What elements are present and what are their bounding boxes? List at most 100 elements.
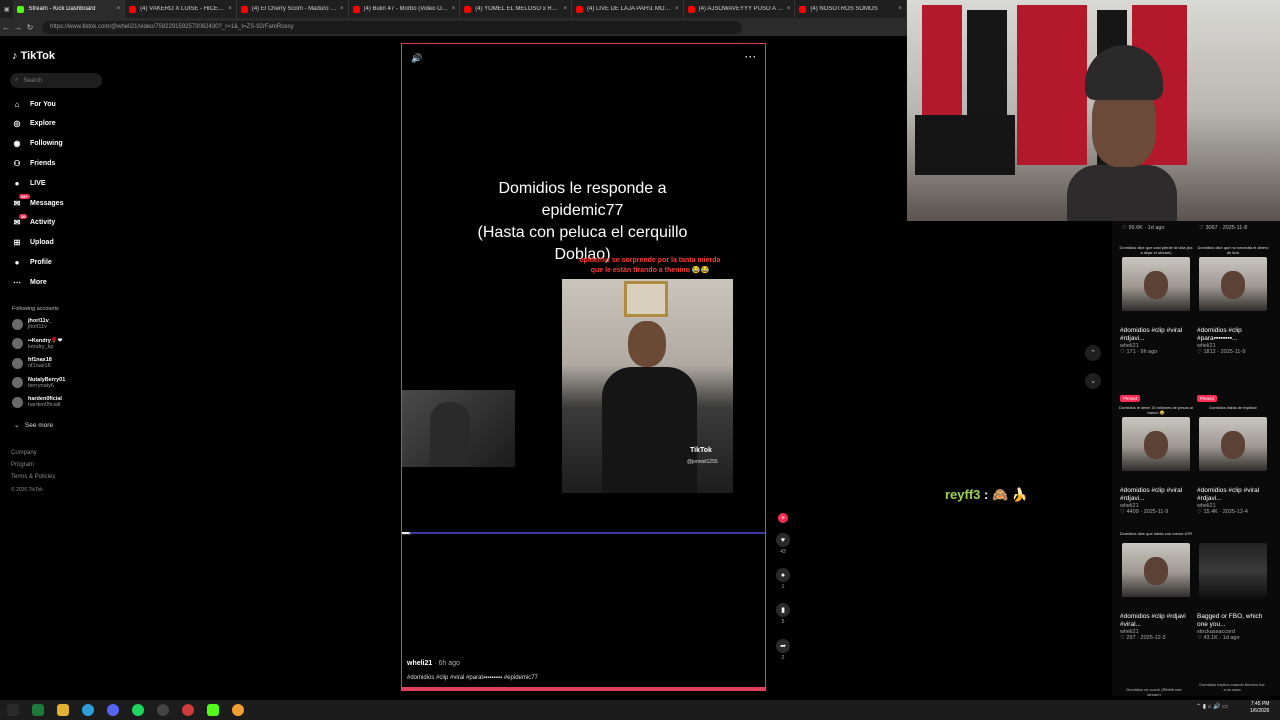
compass-icon: ◎ (13, 119, 21, 129)
sidebar-item-upload[interactable]: ⊞ Upload (12, 238, 54, 248)
close-tab-icon[interactable]: × (675, 6, 679, 12)
pinned-badge: Pinned (1197, 395, 1218, 402)
account-handle: berrynaty6 (28, 382, 54, 389)
comment-button[interactable]: ● 1 (775, 568, 791, 590)
video-card[interactable]: Domidios dice que casi pierde la vida (b… (1118, 245, 1194, 355)
tab-actions-icon[interactable]: ▣ (0, 6, 13, 13)
heart-icon: ♥ (776, 533, 790, 547)
close-tab-icon[interactable]: × (117, 6, 121, 12)
reload-icon[interactable]: ↻ (24, 23, 36, 32)
taskbar-clock[interactable]: 7:45 PM 1/6/2026 (1250, 701, 1269, 715)
search-input[interactable]: ⌕ Search (10, 73, 102, 88)
close-tab-icon[interactable]: × (452, 6, 456, 12)
footer-link[interactable]: Terms & Policies (11, 474, 55, 480)
browser-tab[interactable]: (4) YOMEL EL MELOSO x ROCHY × (460, 0, 572, 18)
url-field[interactable]: https://www.tiktok.com/@wheli21/video/75… (42, 20, 742, 34)
following-account[interactable]: hf1nax18 nf1nax18 (12, 357, 52, 369)
app-icon[interactable] (31, 704, 44, 716)
back-icon[interactable]: ← (0, 23, 12, 32)
video-inset-frame (402, 390, 515, 467)
browser-tab[interactable]: Stream - Kick Dashboard × (13, 0, 126, 18)
account-handle: kendry_kp (28, 343, 54, 350)
sidebar-item-live[interactable]: ● LIVE (12, 178, 46, 188)
tiktok-logo[interactable]: ♪ TikTok (12, 50, 55, 62)
grid-bottom-caption: Domidios es convir (Ribble ese stream) (1126, 687, 1182, 696)
steam-icon[interactable] (156, 704, 169, 716)
close-tab-icon[interactable]: × (563, 6, 567, 12)
grid-top-meta: ♡ 99.6K · 1d ago (1122, 225, 1165, 231)
kick-icon[interactable] (206, 704, 219, 716)
card-title: #domidios #clip #viral #rdjavi... (1120, 327, 1183, 342)
footer-link: © 2026 TikTok (11, 486, 43, 493)
video-card[interactable]: Pinned Domidios habla de thpillow #domidi… (1195, 387, 1271, 515)
avatar (12, 318, 23, 330)
sidebar-item-explore[interactable]: ◎ Explore (12, 119, 56, 129)
like-button[interactable]: ♥ 43 (775, 533, 791, 555)
tab-label: (4) LIVE DE LAJA PAR\1 MOSTRO (586, 6, 673, 12)
follow-plus-icon[interactable]: + (778, 513, 788, 523)
tab-label: (4) Bulin 47 - Morbo (Video Oficial) (363, 6, 449, 12)
next-video-button[interactable]: ⌄ (1085, 373, 1101, 389)
chrome-icon[interactable] (231, 704, 244, 716)
save-button[interactable]: ▮ 5 (775, 603, 791, 625)
browser-tab[interactable]: (4) AJSOWAVEYYY PUSO A MIRAR× (684, 0, 796, 18)
video-thumbnail (1122, 257, 1190, 311)
sidebar-item-for-you[interactable]: ⌂ For You (12, 99, 56, 109)
system-tray[interactable]: ⌃ ▮ ⌂ 🔊 ▭ (1196, 703, 1228, 710)
tab-favicon-icon (464, 5, 472, 13)
close-tab-icon[interactable]: × (340, 6, 344, 12)
browser-icon[interactable] (81, 704, 94, 716)
volume-icon[interactable]: 🔊 (411, 53, 422, 64)
close-tab-icon[interactable]: × (228, 6, 232, 12)
following-account[interactable]: NutalyBerry01 berrynaty6 (12, 377, 65, 389)
video-card[interactable]: Bagged or FBO, which one you... stockass… (1195, 531, 1271, 641)
more-options-icon[interactable]: ··· (745, 52, 757, 62)
sidebar-item-friends[interactable]: ⚇ Friends (12, 158, 55, 168)
tab-label: (4) El Cherry Scom - Maduro (Video) (251, 6, 338, 12)
following-account[interactable]: harden0ficial harden0ficiall (12, 396, 62, 408)
account-name: ▪▪Kendry🌹❤ (28, 337, 63, 344)
author-name: wheli21 (407, 660, 433, 667)
start-icon[interactable] (6, 704, 19, 716)
video-thumbnail (1122, 417, 1190, 471)
video-scrubber[interactable] (402, 687, 765, 690)
card-meta: ♡ 15.4K · 2025-12-4 (1197, 509, 1248, 515)
sidebar-item-following[interactable]: ◉ Following (12, 139, 63, 149)
see-more-button[interactable]: ⌄ See more (14, 421, 53, 429)
discord-icon[interactable] (106, 704, 119, 716)
account-handle: jhorl11v (28, 324, 47, 330)
folder-icon[interactable] (56, 704, 69, 716)
footer-link[interactable]: Program (11, 462, 34, 468)
forward-icon[interactable]: → (12, 23, 24, 32)
browser-tab[interactable]: (4) El Cherry Scom - Maduro (Video)× (237, 0, 349, 18)
messages-icon: ✉ 99+ (13, 194, 30, 208)
video-card[interactable]: Pinned Domidios le debe 15 millones de pe… (1118, 387, 1194, 515)
browser-tab[interactable]: (4) LIVE DE LAJA PAR\1 MOSTRO × (572, 0, 684, 18)
sidebar-item-profile[interactable]: ● Profile (12, 257, 52, 267)
pinned-badge: Pinned (1120, 395, 1141, 402)
windows-taskbar (0, 700, 1280, 720)
close-tab-icon[interactable]: × (787, 6, 791, 12)
sidebar-item-label: Activity (30, 219, 56, 227)
spotify-icon[interactable] (131, 704, 144, 716)
browser-tab[interactable]: (4) Bulin 47 - Morbo (Video Oficial) × (349, 0, 461, 18)
video-card[interactable]: Domidios dice que no necesita el dinero … (1195, 245, 1271, 355)
video-card[interactable]: Domidios dice que habla con menor ATR #d… (1118, 531, 1194, 641)
logo-text: TikTok (20, 50, 55, 62)
previous-video-button[interactable]: ⌃ (1085, 345, 1101, 361)
notification-badge: 99+ (19, 194, 30, 199)
obs-icon[interactable] (181, 704, 194, 716)
sidebar-item-messages[interactable]: ✉ 99+ Messages (12, 194, 63, 208)
video-author[interactable]: wheli21 · 6h ago (407, 660, 460, 667)
following-account[interactable]: ▪▪Kendry🌹❤ kendry_kp (12, 338, 62, 350)
sidebar-item-activity[interactable]: ✉ 30 Activity (12, 213, 56, 228)
browser-tab[interactable]: (4) VAKERO X LUISE - HICE CAMINO× (125, 0, 237, 18)
browser-tab[interactable]: (4) NOSOTROS SOMOS × (795, 0, 908, 18)
following-account[interactable]: jhorl11v_ jhorl11v (12, 318, 52, 330)
footer-link[interactable]: Company (11, 450, 37, 456)
video-progress-bar[interactable] (402, 532, 765, 534)
share-button[interactable]: ➦ 2 (775, 639, 791, 661)
close-tab-icon[interactable]: × (899, 6, 903, 12)
sidebar-item-more[interactable]: ⋯ More (12, 277, 47, 287)
profile-icon: ● (14, 257, 20, 267)
